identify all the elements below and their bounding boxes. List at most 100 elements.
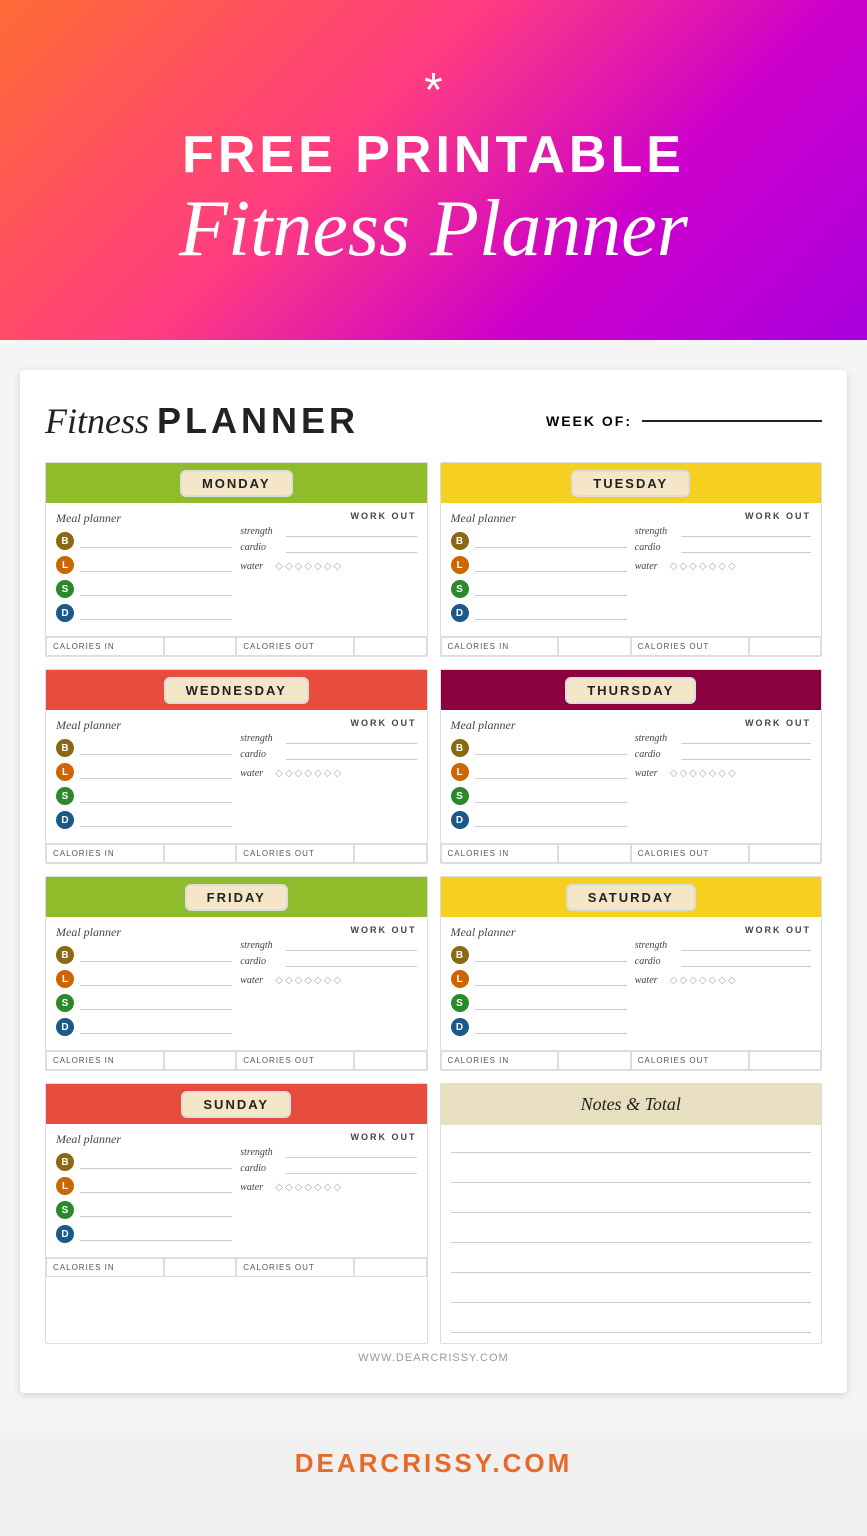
drop-7[interactable]: ◇ [333,561,341,572]
l-line[interactable] [80,558,232,572]
wed-drop-3[interactable]: ◇ [295,768,303,779]
sat-cardio-line[interactable] [681,955,811,967]
drop-6[interactable]: ◇ [324,561,332,572]
tue-b-line[interactable] [475,534,627,548]
tue-drop-4[interactable]: ◇ [699,561,707,572]
sat-drop-1[interactable]: ◇ [670,975,678,986]
wed-drop-2[interactable]: ◇ [285,768,293,779]
s-line[interactable] [80,582,232,596]
monday-cal-in-value[interactable] [164,637,236,656]
sun-drop-3[interactable]: ◇ [295,1182,303,1193]
fri-s-line[interactable] [80,996,232,1010]
drop-1[interactable]: ◇ [275,561,283,572]
saturday-cal-out-value[interactable] [749,1051,821,1070]
sun-s-line[interactable] [80,1203,232,1217]
sat-d-line[interactable] [475,1020,627,1034]
thursday-cal-in-value[interactable] [558,844,630,863]
notes-line-3[interactable] [451,1195,812,1213]
sat-strength-line[interactable] [681,939,811,951]
wed-strength-line[interactable] [286,732,416,744]
wed-drop-4[interactable]: ◇ [304,768,312,779]
fri-drop-1[interactable]: ◇ [275,975,283,986]
wed-drop-7[interactable]: ◇ [333,768,341,779]
cardio-line[interactable] [286,541,416,553]
notes-line-1[interactable] [451,1135,812,1153]
tuesday-cal-in-value[interactable] [558,637,630,656]
fri-d-line[interactable] [80,1020,232,1034]
drop-5[interactable]: ◇ [314,561,322,572]
tuesday-cal-out-value[interactable] [749,637,821,656]
thu-cardio-line[interactable] [681,748,811,760]
thu-drop-1[interactable]: ◇ [670,768,678,779]
thu-s-line[interactable] [475,789,627,803]
sun-d-line[interactable] [80,1227,232,1241]
sun-drop-5[interactable]: ◇ [314,1182,322,1193]
tue-drop-2[interactable]: ◇ [679,561,687,572]
sun-cardio-line[interactable] [286,1162,416,1174]
tue-strength-line[interactable] [681,525,811,537]
strength-line[interactable] [286,525,416,537]
sat-drop-6[interactable]: ◇ [718,975,726,986]
sun-drop-6[interactable]: ◇ [324,1182,332,1193]
thu-drop-6[interactable]: ◇ [718,768,726,779]
wed-l-line[interactable] [80,765,232,779]
fri-b-line[interactable] [80,948,232,962]
tue-l-line[interactable] [475,558,627,572]
thu-strength-line[interactable] [681,732,811,744]
friday-cal-in-value[interactable] [164,1051,236,1070]
thu-l-line[interactable] [475,765,627,779]
thu-drop-4[interactable]: ◇ [699,768,707,779]
fri-drop-2[interactable]: ◇ [285,975,293,986]
sat-drop-3[interactable]: ◇ [689,975,697,986]
week-of-input-line[interactable] [642,420,822,422]
sun-b-line[interactable] [80,1155,232,1169]
thu-drop-2[interactable]: ◇ [679,768,687,779]
notes-line-6[interactable] [451,1285,812,1303]
fri-drop-5[interactable]: ◇ [314,975,322,986]
sun-drop-1[interactable]: ◇ [275,1182,283,1193]
fri-drop-4[interactable]: ◇ [304,975,312,986]
tue-drop-7[interactable]: ◇ [728,561,736,572]
thu-drop-3[interactable]: ◇ [689,768,697,779]
drop-2[interactable]: ◇ [285,561,293,572]
wed-b-line[interactable] [80,741,232,755]
wed-d-line[interactable] [80,813,232,827]
wed-s-line[interactable] [80,789,232,803]
sun-drop-2[interactable]: ◇ [285,1182,293,1193]
sat-s-line[interactable] [475,996,627,1010]
wed-drop-5[interactable]: ◇ [314,768,322,779]
tue-s-line[interactable] [475,582,627,596]
notes-line-2[interactable] [451,1165,812,1183]
fri-drop-3[interactable]: ◇ [295,975,303,986]
wednesday-cal-out-value[interactable] [354,844,426,863]
sun-drop-7[interactable]: ◇ [333,1182,341,1193]
tue-drop-6[interactable]: ◇ [718,561,726,572]
sun-l-line[interactable] [80,1179,232,1193]
fri-strength-line[interactable] [286,939,416,951]
thursday-cal-out-value[interactable] [749,844,821,863]
fri-drop-6[interactable]: ◇ [324,975,332,986]
wednesday-cal-in-value[interactable] [164,844,236,863]
wed-cardio-line[interactable] [286,748,416,760]
saturday-cal-in-value[interactable] [558,1051,630,1070]
wed-drop-1[interactable]: ◇ [275,768,283,779]
tue-drop-1[interactable]: ◇ [670,561,678,572]
sat-drop-5[interactable]: ◇ [709,975,717,986]
b-line[interactable] [80,534,232,548]
sunday-cal-out-value[interactable] [354,1258,426,1277]
drop-3[interactable]: ◇ [295,561,303,572]
fri-l-line[interactable] [80,972,232,986]
friday-cal-out-value[interactable] [354,1051,426,1070]
tue-d-line[interactable] [475,606,627,620]
notes-line-7[interactable] [451,1315,812,1333]
thu-d-line[interactable] [475,813,627,827]
drop-4[interactable]: ◇ [304,561,312,572]
sat-b-line[interactable] [475,948,627,962]
fri-drop-7[interactable]: ◇ [333,975,341,986]
notes-body[interactable] [441,1125,822,1343]
sat-drop-4[interactable]: ◇ [699,975,707,986]
sun-drop-4[interactable]: ◇ [304,1182,312,1193]
sat-drop-2[interactable]: ◇ [679,975,687,986]
notes-line-4[interactable] [451,1225,812,1243]
wed-drop-6[interactable]: ◇ [324,768,332,779]
